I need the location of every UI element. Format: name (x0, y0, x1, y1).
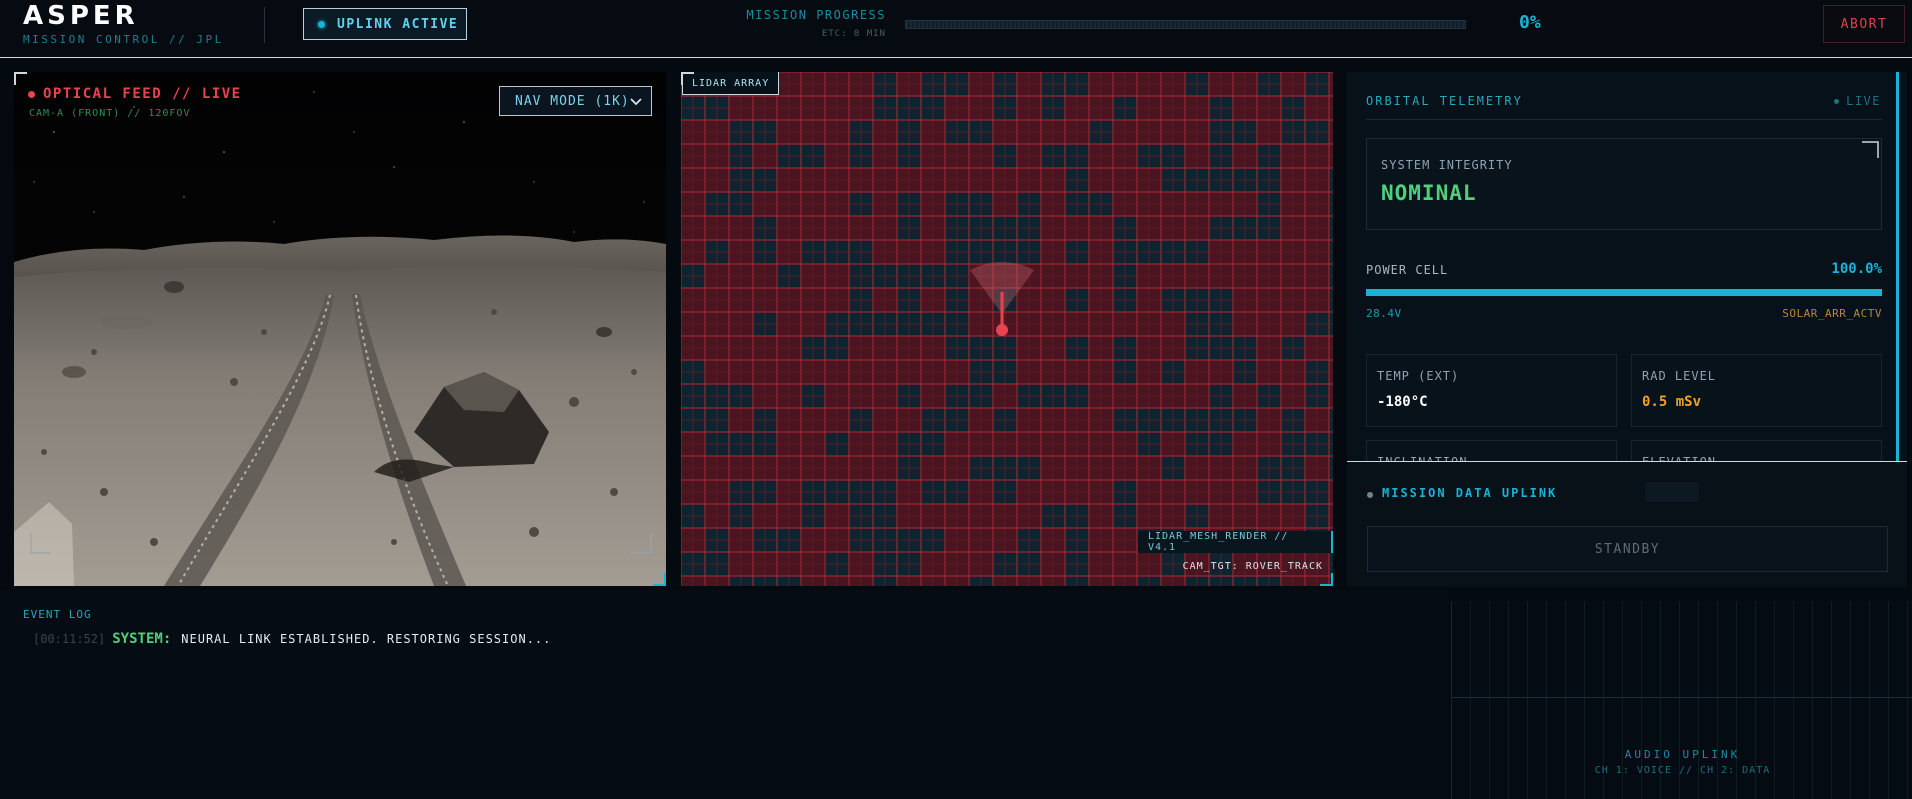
power-cell-voltage: 28.4V (1366, 307, 1402, 320)
rad-level-card: RAD LEVEL 0.5 mSv (1631, 354, 1882, 427)
audio-uplink-title: AUDIO UPLINK (1624, 748, 1741, 761)
optical-feed-title: OPTICAL FEED // LIVE (43, 86, 242, 102)
status-dot-icon (1367, 492, 1373, 498)
header-bar: ASPER MISSION CONTROL // JPL UPLINK ACTI… (0, 0, 1912, 58)
frame-corner-icon (681, 72, 694, 85)
telemetry-live-indicator: LIVE (1834, 94, 1881, 108)
app-title: ASPER (23, 1, 139, 31)
live-dot-icon (28, 90, 35, 98)
divider (1366, 119, 1882, 120)
mission-progress-bar (905, 20, 1466, 29)
audio-waveform-baseline (1452, 697, 1912, 698)
optical-feed-header: OPTICAL FEED // LIVE (28, 86, 242, 102)
log-entry: [00:11:52] SYSTEM: NEURAL LINK ESTABLISH… (33, 631, 551, 647)
mission-progress-label: MISSION PROGRESS (746, 8, 886, 22)
mission-progress-etc: ETC: 0 MIN (821, 29, 886, 39)
header-divider (264, 7, 265, 43)
mission-progress-percent: 0% (1519, 12, 1541, 33)
power-cell-bar (1366, 289, 1882, 296)
rad-level-label: RAD LEVEL (1642, 369, 1717, 383)
optical-feed-panel: OPTICAL FEED // LIVE CAM-A (FRONT) // 12… (14, 72, 666, 586)
live-dot-icon (1834, 98, 1840, 104)
log-source: SYSTEM: (112, 631, 172, 647)
app-subtitle: MISSION CONTROL // JPL (23, 33, 224, 46)
rad-level-value: 0.5 mSv (1642, 394, 1702, 410)
power-cell-value: 100.0% (1831, 261, 1882, 277)
frame-corner-icon (14, 72, 27, 85)
log-message: NEURAL LINK ESTABLISHED. RESTORING SESSI… (181, 632, 552, 646)
system-integrity-label: SYSTEM INTEGRITY (1381, 158, 1513, 172)
abort-button[interactable]: ABORT (1823, 5, 1905, 43)
uplink-placeholder (1645, 482, 1699, 502)
power-cell-fill (1366, 289, 1882, 296)
event-log-panel: EVENT LOG [00:11:52] SYSTEM: NEURAL LINK… (0, 590, 1448, 799)
system-integrity-value: NOMINAL (1381, 181, 1477, 205)
power-cell-mode: SOLAR_ARR_ACTV (1782, 307, 1882, 320)
nav-mode-select[interactable]: NAV MODE (1K) (499, 86, 652, 116)
audio-uplink-panel: AUDIO UPLINK CH 1: VOICE // CH 2: DATA (1451, 601, 1912, 799)
uplink-status-dot-icon (318, 20, 325, 28)
mission-data-uplink-panel: MISSION DATA UPLINK STANDBY (1347, 461, 1907, 587)
brand: ASPER MISSION CONTROL // JPL (23, 2, 224, 46)
lidar-panel: LIDAR ARRAY LIDAR_MESH_RENDER // V4.1 CA… (681, 72, 1333, 586)
telemetry-live-label: LIVE (1846, 94, 1881, 108)
frame-corner-icon (653, 573, 666, 586)
uplink-button-label: UPLINK ACTIVE (337, 16, 459, 32)
lidar-cam-target: CAM_TGT: ROVER_TRACK (1182, 561, 1323, 572)
system-integrity-card: SYSTEM INTEGRITY NOMINAL (1366, 138, 1882, 230)
nav-mode-label: NAV MODE (1K) (515, 93, 630, 109)
temp-ext-label: TEMP (EXT) (1377, 369, 1460, 383)
mission-data-uplink-title: MISSION DATA UPLINK (1382, 486, 1558, 500)
lunar-surface-image (14, 72, 666, 586)
target-pin-icon (970, 262, 1034, 336)
frame-corner-icon (631, 533, 652, 554)
lidar-mesh-label: LIDAR_MESH_RENDER // V4.1 (1138, 531, 1333, 553)
event-log-title: EVENT LOG (23, 608, 92, 621)
temp-ext-value: -180°C (1377, 394, 1428, 410)
standby-button[interactable]: STANDBY (1367, 526, 1888, 572)
frame-corner-icon (1862, 141, 1879, 158)
log-timestamp: [00:11:52] (33, 632, 106, 646)
audio-uplink-channels: CH 1: VOICE // CH 2: DATA (1594, 765, 1771, 776)
chevron-down-icon (630, 98, 642, 106)
temp-ext-card: TEMP (EXT) -180°C (1366, 354, 1617, 427)
power-cell-label: POWER CELL (1366, 263, 1449, 277)
frame-corner-icon (1320, 573, 1333, 586)
telemetry-title: ORBITAL TELEMETRY (1366, 94, 1523, 108)
lidar-array-tag: LIDAR ARRAY (682, 72, 780, 95)
uplink-active-button[interactable]: UPLINK ACTIVE (303, 8, 467, 40)
orbital-telemetry-panel: ORBITAL TELEMETRY LIVE SYSTEM INTEGRITY … (1347, 72, 1907, 587)
frame-corner-icon (30, 533, 51, 554)
optical-feed-subtitle: CAM-A (FRONT) // 120FOV (29, 108, 191, 119)
